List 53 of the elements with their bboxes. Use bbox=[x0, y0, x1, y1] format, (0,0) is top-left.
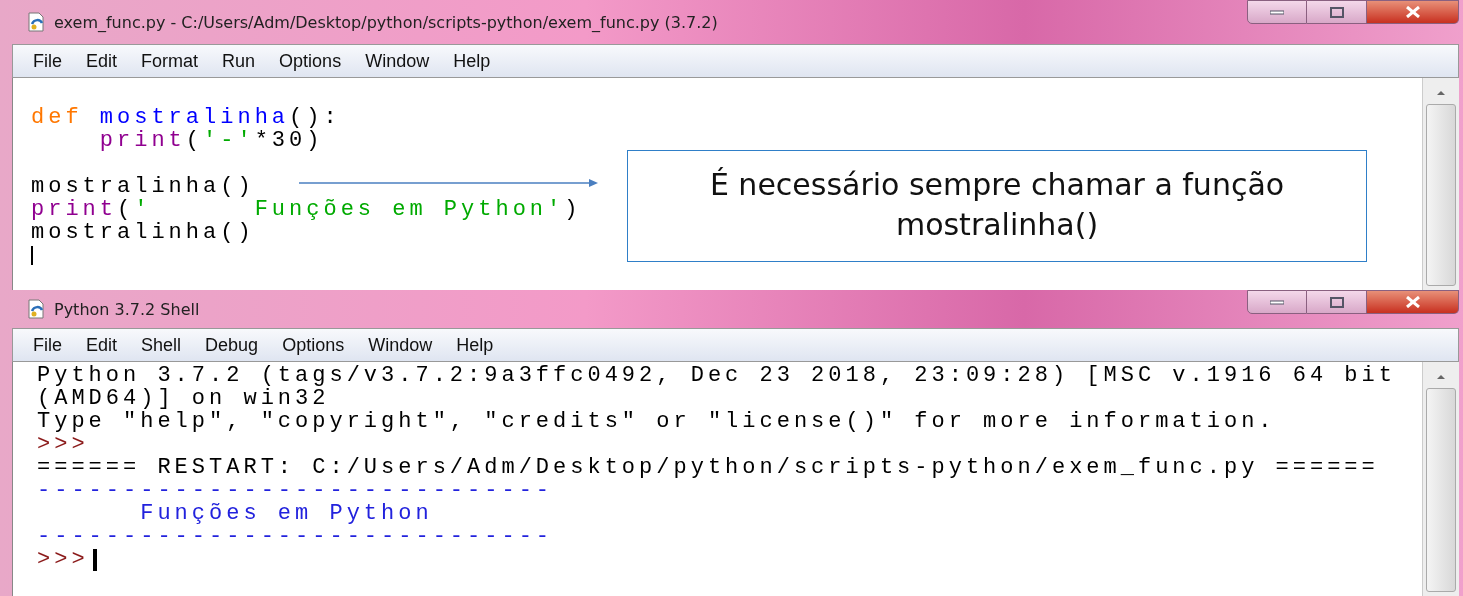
menu-item[interactable]: Shell bbox=[141, 334, 182, 356]
shell-line: >>> bbox=[37, 548, 89, 571]
shell-line: >>> bbox=[37, 433, 89, 456]
close-icon bbox=[1404, 6, 1421, 18]
shell-line: Python 3.7.2 (tags/v3.7.2:9a3ffc0492, Dec 23 2018, 23:09:28) [MSC v.1916 64 bit bbox=[37, 364, 1396, 387]
code-line: mostralinha() bbox=[31, 175, 255, 198]
shell-line: ====== RESTART: C:/Users/Adm/Desktop/python/scripts-python/exem_func.py ====== bbox=[37, 456, 1379, 479]
menu-item[interactable]: Window bbox=[365, 50, 430, 72]
file-icon bbox=[26, 12, 46, 32]
close-button[interactable] bbox=[1367, 290, 1459, 314]
close-button[interactable] bbox=[1367, 0, 1459, 24]
shell-line: ------------------------------ bbox=[37, 479, 554, 502]
menu-item[interactable]: Options bbox=[282, 334, 345, 356]
minimize-button[interactable] bbox=[1247, 0, 1307, 24]
text-cursor bbox=[92, 548, 97, 571]
minimize-button[interactable] bbox=[1247, 290, 1307, 314]
minimize-icon bbox=[1270, 9, 1284, 15]
shell-line: (AMD64)] on win32 bbox=[37, 387, 330, 410]
text-cursor bbox=[31, 246, 33, 265]
minimize-icon bbox=[1270, 299, 1284, 305]
code-line: mostralinha() bbox=[31, 221, 255, 244]
maximize-button[interactable] bbox=[1307, 0, 1367, 24]
shell-line: ------------------------------ bbox=[37, 525, 554, 548]
code-line: def mostralinha(): bbox=[31, 106, 341, 129]
menu-item[interactable]: File bbox=[33, 50, 62, 72]
scrollbar[interactable] bbox=[1422, 78, 1459, 290]
menu-item[interactable]: Edit bbox=[86, 334, 118, 356]
menu-item[interactable]: Window bbox=[368, 334, 433, 356]
code-line: print(' Funções em Python') bbox=[31, 198, 582, 221]
menu-item[interactable]: Options bbox=[279, 50, 342, 72]
menu-item[interactable]: Debug bbox=[205, 334, 259, 356]
window-title: Python 3.7.2 Shell bbox=[54, 299, 200, 319]
menu-item[interactable]: Edit bbox=[86, 50, 118, 72]
file-icon bbox=[26, 299, 46, 319]
menu-item[interactable]: Help bbox=[453, 50, 491, 72]
callout-box: É necessário sempre chamar a função mostralinha() bbox=[627, 150, 1367, 262]
scroll-thumb[interactable] bbox=[1426, 104, 1456, 286]
menu-item[interactable]: Format bbox=[141, 50, 199, 72]
scroll-up-icon bbox=[1435, 88, 1447, 96]
maximize-icon bbox=[1329, 296, 1344, 308]
code-line: print('-'*30) bbox=[98, 129, 324, 152]
shell-line: Type "help", "copyright", "credits" or "license()" for more information. bbox=[37, 410, 1276, 433]
maximize-button[interactable] bbox=[1307, 290, 1367, 314]
menu-item[interactable]: Run bbox=[222, 50, 256, 72]
maximize-icon bbox=[1329, 6, 1344, 18]
scroll-thumb[interactable] bbox=[1426, 388, 1456, 592]
window-title: exem_func.py - C:/Users/Adm/Desktop/python/scripts-python/exem_func.py (3.7.2) bbox=[54, 12, 718, 32]
shell-line: Funções em Python bbox=[139, 502, 433, 525]
scrollbar[interactable] bbox=[1422, 362, 1459, 596]
close-icon bbox=[1404, 296, 1421, 308]
menu-item[interactable]: File bbox=[33, 334, 62, 356]
menu-item[interactable]: Help bbox=[456, 334, 494, 356]
scroll-up-icon bbox=[1435, 372, 1447, 380]
